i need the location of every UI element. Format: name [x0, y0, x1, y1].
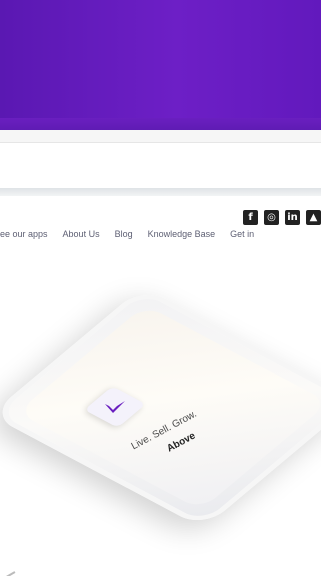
search-bar-shadow [0, 188, 321, 196]
hero-section [0, 245, 321, 576]
user-icon[interactable]: ▲ [306, 210, 321, 225]
top-banner [0, 0, 321, 130]
search-bar[interactable] [0, 142, 321, 189]
facebook-icon[interactable]: f [243, 210, 258, 225]
phone-screen [17, 304, 321, 511]
header-gap [0, 130, 321, 142]
linkedin-icon[interactable]: in [285, 210, 300, 225]
phone-mockup [0, 286, 321, 529]
social-links: f ◎ in ▲ [243, 210, 321, 225]
decorative-line [0, 571, 16, 576]
main-nav: ee our apps About Us Blog Knowledge Base… [0, 229, 254, 239]
nav-item-knowledge-base[interactable]: Knowledge Base [148, 229, 216, 239]
nav-item-see-our-apps[interactable]: ee our apps [0, 229, 48, 239]
nav-item-blog[interactable]: Blog [115, 229, 133, 239]
instagram-icon[interactable]: ◎ [264, 210, 279, 225]
v-logo-icon [105, 401, 125, 413]
nav-item-get-in-touch[interactable]: Get in [230, 229, 254, 239]
nav-item-about-us[interactable]: About Us [63, 229, 100, 239]
